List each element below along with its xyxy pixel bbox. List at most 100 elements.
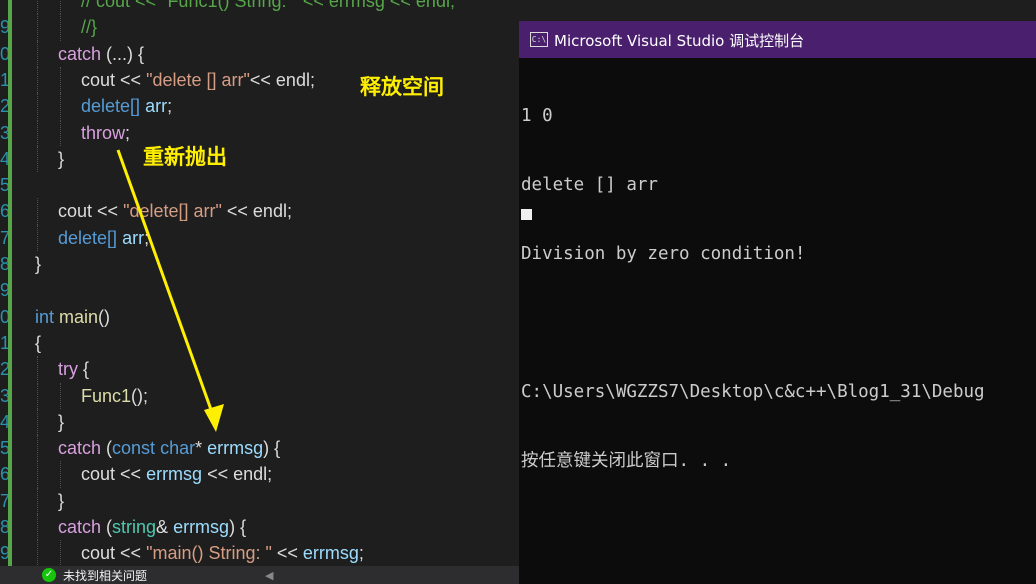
code-token: cout (58, 201, 93, 222)
code-token: ) { (229, 517, 247, 537)
indent-guide (37, 93, 38, 120)
code-token: () (98, 306, 111, 327)
code-line[interactable]: 7} (0, 487, 519, 514)
code-token: } (58, 411, 65, 432)
code-token: endl (233, 464, 268, 485)
indent-guide (37, 198, 38, 225)
code-line[interactable]: 0 int main() (0, 304, 519, 330)
code-line[interactable]: 6 cout << "delete[] arr" << endl; (0, 198, 519, 225)
code-line[interactable]: 5 catch (const char* errmsg) { (0, 435, 519, 462)
code-token: endl (275, 69, 310, 90)
code-line[interactable]: 6 cout << errmsg << endl; (0, 461, 519, 488)
code-text: } (58, 146, 64, 172)
code-line[interactable]: // cout << "Func1() String: " << errmsg … (0, 0, 519, 15)
code-token: catch (58, 517, 102, 537)
indent-guide (37, 224, 38, 251)
line-number: 9 (0, 17, 8, 38)
indent-guide (37, 408, 38, 436)
code-token: (...) { (101, 43, 145, 64)
code-line[interactable]: 4} (0, 408, 519, 436)
line-number: 9 (0, 543, 8, 564)
line-number: 4 (0, 148, 8, 169)
code-token: //} (81, 17, 98, 38)
code-token: << (115, 464, 147, 485)
line-number: 0 (0, 306, 8, 327)
code-line[interactable]: 5 (0, 172, 519, 198)
code-line[interactable]: 4} (0, 145, 519, 173)
line-number: 3 (0, 122, 8, 143)
code-token: ; (358, 543, 364, 564)
code-token: delete (81, 96, 131, 117)
code-line[interactable]: 2 try { (0, 356, 519, 383)
indent-guide (60, 540, 61, 566)
code-line[interactable]: 3 throw; (0, 119, 519, 146)
scroll-left-icon[interactable]: ◀ (265, 569, 273, 582)
code-line[interactable]: 8 catch (string& errmsg) { (0, 514, 519, 541)
code-token: { (35, 332, 42, 353)
code-line[interactable]: 9 cout << "main() String: " << errmsg; (0, 540, 519, 566)
console-titlebar[interactable]: C:\ Microsoft Visual Studio 调试控制台 (519, 21, 1036, 58)
code-token: (); (131, 385, 149, 406)
code-line[interactable]: 3 Func1(); (0, 382, 519, 409)
code-token: [] (130, 96, 146, 117)
code-token: cout (81, 543, 116, 564)
console-title: Microsoft Visual Studio 调试控制台 (554, 32, 805, 50)
indent-guide (37, 487, 38, 514)
code-token: throw (81, 122, 126, 143)
console-line: Division by zero condition! (521, 244, 806, 264)
code-line[interactable]: 9 //} (0, 14, 519, 41)
line-number: 5 (0, 175, 8, 196)
code-token: "main() String: " (146, 543, 272, 564)
code-text: catch (const char* errmsg) { (58, 435, 280, 461)
code-token: << (115, 543, 147, 564)
annotation-release-space: 释放空间 (360, 75, 444, 99)
code-line[interactable]: 9 (0, 277, 519, 303)
console-output[interactable]: 1 0 delete [] arr Division by zero condi… (521, 59, 1036, 519)
debug-console-window[interactable]: C:\ Microsoft Visual Studio 调试控制台 1 0 de… (519, 21, 1036, 584)
indent-guide (37, 435, 38, 462)
status-message[interactable]: 未找到相关问题 (63, 567, 147, 584)
code-token: const (112, 438, 156, 459)
status-bar: ✓ 未找到相关问题 ◀ (0, 566, 519, 584)
console-line: 按任意键关闭此窗口. . . (521, 451, 732, 471)
line-number: 2 (0, 96, 8, 117)
line-number: 8 (0, 517, 8, 537)
line-number: 2 (0, 359, 8, 380)
annotation-rethrow: 重新抛出 (143, 145, 227, 169)
indent-guide (37, 461, 38, 488)
code-token: arr (122, 227, 145, 248)
code-token: catch (58, 43, 102, 64)
line-number: 1 (0, 332, 8, 353)
code-text: delete[] arr; (58, 225, 149, 251)
code-token: int (35, 306, 55, 327)
code-text: catch (string& errmsg) { (58, 514, 246, 540)
line-number: 6 (0, 464, 8, 485)
code-token: errmsg (173, 517, 230, 537)
code-token: << (271, 543, 303, 564)
code-token: "delete[] arr" (123, 201, 222, 222)
code-token: ( (101, 517, 113, 537)
code-token: endl (252, 201, 287, 222)
line-number: 7 (0, 227, 8, 248)
code-text: int main() (35, 304, 110, 330)
code-text: cout << "delete[] arr" << endl; (58, 198, 292, 224)
code-line[interactable]: 1{ (0, 330, 519, 356)
indent-guide (37, 40, 38, 67)
code-text: cout << errmsg << endl; (81, 461, 272, 487)
code-line[interactable]: 7 delete[] arr; (0, 224, 519, 251)
indent-guide (37, 356, 38, 383)
console-line: C:\Users\WGZZS7\Desktop\c&c++\Blog1_31\D… (521, 382, 985, 402)
indent-guide (60, 461, 61, 488)
line-number: 6 (0, 201, 8, 222)
check-circle-icon: ✓ (42, 568, 56, 582)
code-token: ; (286, 201, 292, 222)
code-editor[interactable]: // cout << "Func1() String: " << errmsg … (0, 0, 519, 566)
code-text: } (58, 488, 64, 514)
line-number: 7 (0, 490, 8, 511)
code-token: [] (107, 227, 123, 248)
code-line[interactable]: 8} (0, 251, 519, 277)
code-line[interactable]: 0 catch (...) { (0, 40, 519, 67)
indent-guide (37, 540, 38, 566)
code-token: string (112, 517, 157, 537)
